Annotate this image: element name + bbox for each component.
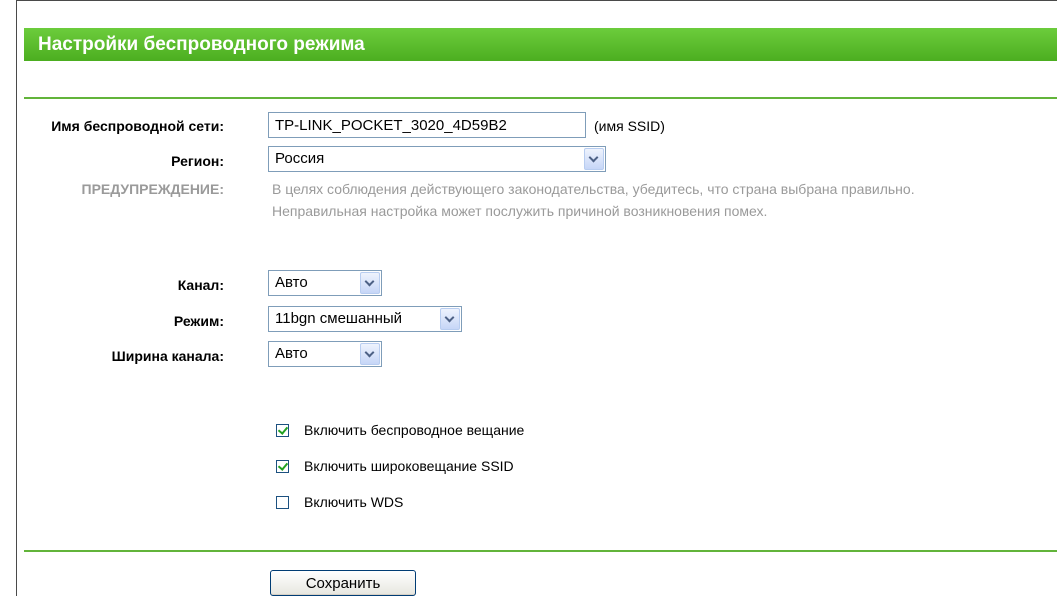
page-title: Настройки беспроводного режима bbox=[24, 28, 1057, 61]
mode-select-value: 11bgn смешанный bbox=[275, 310, 403, 327]
warning-text-line1: В целях соблюдения действующего законода… bbox=[272, 181, 915, 197]
chevron-down-icon[interactable] bbox=[360, 343, 380, 365]
mode-label: Режим: bbox=[173, 313, 224, 329]
enable-wds-label[interactable]: Включить WDS bbox=[304, 494, 403, 510]
warning-text-line2: Неправильная настройка может послужить п… bbox=[272, 203, 768, 219]
channel-label: Канал: bbox=[177, 277, 224, 293]
enable-ssid-broadcast-checkbox[interactable] bbox=[276, 460, 289, 473]
chevron-down-icon[interactable] bbox=[584, 148, 604, 170]
region-select-value: Россия bbox=[275, 150, 325, 167]
save-button[interactable]: Сохранить bbox=[270, 570, 416, 596]
chevron-down-icon[interactable] bbox=[360, 272, 380, 294]
top-divider bbox=[24, 97, 1057, 99]
enable-wireless-checkbox[interactable] bbox=[276, 424, 289, 437]
enable-wireless-label[interactable]: Включить беспроводное вещание bbox=[304, 422, 524, 438]
ssid-label: Имя беспроводной сети: bbox=[51, 118, 224, 134]
ssid-input[interactable] bbox=[268, 112, 586, 138]
chevron-down-icon[interactable] bbox=[440, 308, 460, 330]
enable-wds-checkbox[interactable] bbox=[276, 496, 289, 509]
channel-select[interactable]: Авто bbox=[268, 270, 382, 296]
channel-width-select[interactable]: Авто bbox=[268, 341, 382, 367]
mode-select[interactable]: 11bgn смешанный bbox=[268, 306, 462, 332]
ssid-hint: (имя SSID) bbox=[594, 118, 665, 134]
channel-width-label: Ширина канала: bbox=[111, 348, 224, 364]
channel-select-value: Авто bbox=[275, 274, 308, 291]
region-label: Регион: bbox=[171, 153, 224, 169]
bottom-divider bbox=[24, 550, 1057, 552]
warning-label: ПРЕДУПРЕЖДЕНИЕ: bbox=[81, 181, 224, 197]
content-frame bbox=[16, 0, 1057, 596]
region-select[interactable]: Россия bbox=[268, 146, 606, 172]
channel-width-select-value: Авто bbox=[275, 345, 308, 362]
enable-ssid-broadcast-label[interactable]: Включить широковещание SSID bbox=[304, 458, 514, 474]
